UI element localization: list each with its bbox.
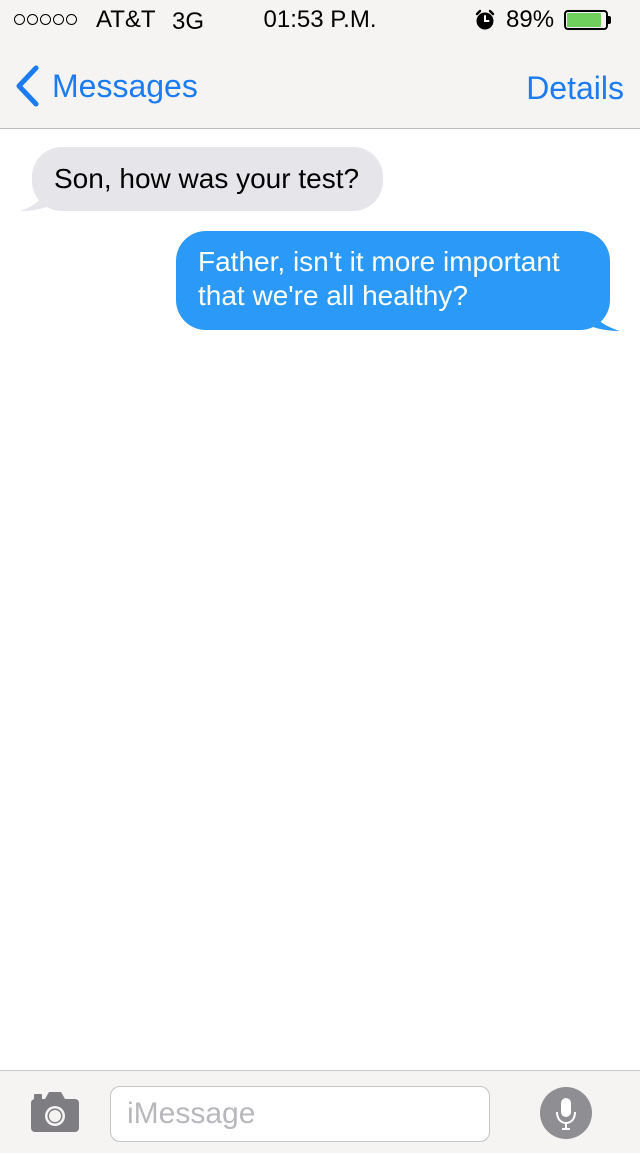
battery-percent: 89% bbox=[506, 6, 555, 33]
microphone-icon bbox=[556, 1098, 576, 1130]
back-button-label: Messages bbox=[52, 67, 198, 104]
navigation-bar: Messages Details bbox=[0, 40, 640, 128]
imessage-input[interactable] bbox=[110, 1086, 490, 1142]
message-thread[interactable]: Son, how was your test? Father, isn't it… bbox=[0, 129, 640, 1069]
details-button[interactable]: Details bbox=[526, 70, 624, 107]
top-bar: AT&T 3G 01:53 P.M. 89% Messages Details bbox=[0, 0, 640, 129]
message-bubble-outgoing[interactable]: Father, isn't it more important that we'… bbox=[176, 231, 610, 330]
microphone-button[interactable] bbox=[540, 1087, 592, 1139]
status-bar: AT&T 3G 01:53 P.M. 89% bbox=[0, 0, 640, 40]
compose-bar bbox=[0, 1070, 640, 1153]
battery-icon bbox=[564, 10, 612, 30]
alarm-clock-icon bbox=[475, 9, 495, 30]
back-button[interactable]: Messages bbox=[14, 64, 198, 108]
chevron-left-icon bbox=[16, 65, 39, 107]
battery-fill bbox=[567, 13, 601, 27]
camera-icon[interactable] bbox=[30, 1091, 80, 1133]
message-bubble-incoming[interactable]: Son, how was your test? bbox=[32, 147, 384, 211]
